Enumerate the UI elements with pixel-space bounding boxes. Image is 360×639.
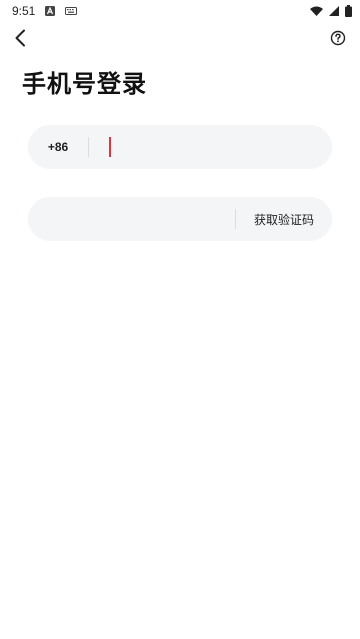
- battery-icon: [345, 5, 352, 17]
- signal-icon: [329, 6, 339, 16]
- keyboard-icon: [65, 7, 78, 15]
- verification-code-input[interactable]: [28, 197, 235, 241]
- text-cursor: [109, 137, 111, 157]
- help-button[interactable]: [328, 30, 348, 50]
- verification-code-field: 获取验证码: [28, 197, 332, 241]
- get-code-button[interactable]: 获取验证码: [236, 197, 332, 241]
- status-bar: 9:51: [0, 0, 360, 22]
- a-notification-icon: [45, 6, 56, 16]
- status-right: [310, 5, 352, 17]
- wifi-icon: [310, 6, 323, 16]
- login-screen: 9:51 手机号登录 +86 获取验证码: [0, 0, 360, 639]
- status-left: 9:51: [12, 4, 78, 18]
- phone-number-input[interactable]: [89, 125, 332, 169]
- chevron-left-icon: [13, 29, 27, 51]
- nav-bar: [0, 26, 360, 54]
- back-button[interactable]: [8, 28, 32, 52]
- status-time: 9:51: [12, 4, 36, 18]
- page-title: 手机号登录: [22, 70, 147, 98]
- country-code-selector[interactable]: +86: [28, 140, 88, 154]
- phone-field: +86: [28, 125, 332, 169]
- help-circle-icon: [330, 30, 346, 50]
